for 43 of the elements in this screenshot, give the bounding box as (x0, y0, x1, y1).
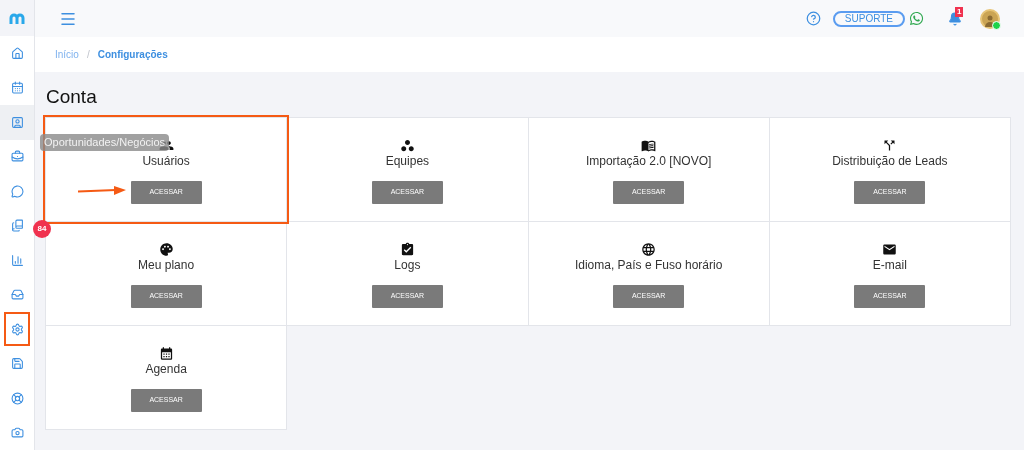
support-button[interactable]: SUPORTE (832, 10, 905, 27)
inbox-icon (10, 288, 24, 302)
home-icon (10, 46, 24, 60)
card-title: Usuários (142, 154, 190, 169)
camera-icon (10, 426, 24, 440)
pointer-arrow (78, 186, 126, 196)
calendar-icon (158, 346, 174, 361)
clipboard-check-icon (399, 242, 415, 257)
notification-badge: 1 (955, 6, 964, 17)
calendar-icon (10, 81, 24, 95)
logo-icon (9, 12, 25, 24)
bar-chart-icon (10, 253, 24, 267)
notification-icon[interactable] (948, 11, 962, 26)
breadcrumb-separator: / (86, 48, 90, 62)
whatsapp-icon[interactable] (909, 11, 924, 26)
globe-icon (641, 242, 657, 257)
card-title: Agenda (145, 362, 187, 377)
avatar[interactable] (980, 8, 1000, 29)
sidebar-item[interactable] (4, 312, 30, 347)
card-title: Importação 2.0 [NOVO] (585, 154, 712, 169)
card-title: Meu plano (138, 258, 195, 273)
palette-icon (158, 242, 174, 257)
split-icon (882, 138, 898, 153)
contact-icon (10, 115, 24, 129)
briefcase-icon (10, 150, 24, 164)
book-icon (641, 138, 657, 153)
card-title: Equipes (385, 154, 430, 169)
section-title: Conta (46, 86, 98, 108)
breadcrumb-link[interactable]: Configurações (97, 47, 168, 62)
save-icon (10, 357, 24, 371)
notebook-icon (10, 219, 24, 233)
circles-icon (399, 138, 415, 153)
card-title: Distribuição de Leads (832, 154, 948, 169)
tooltip: Oportunidades/Negócios (40, 134, 170, 151)
settings-icon (10, 322, 24, 336)
chat-icon (10, 184, 24, 198)
mail-icon (882, 242, 898, 257)
help-icon[interactable] (805, 11, 821, 26)
card-title: E-mail (872, 258, 907, 273)
card-title: Idioma, País e Fuso horário (574, 258, 723, 273)
breadcrumb-link[interactable]: Início (55, 47, 79, 62)
lifebuoy-icon (10, 391, 24, 405)
card-title: Logs (394, 258, 421, 273)
